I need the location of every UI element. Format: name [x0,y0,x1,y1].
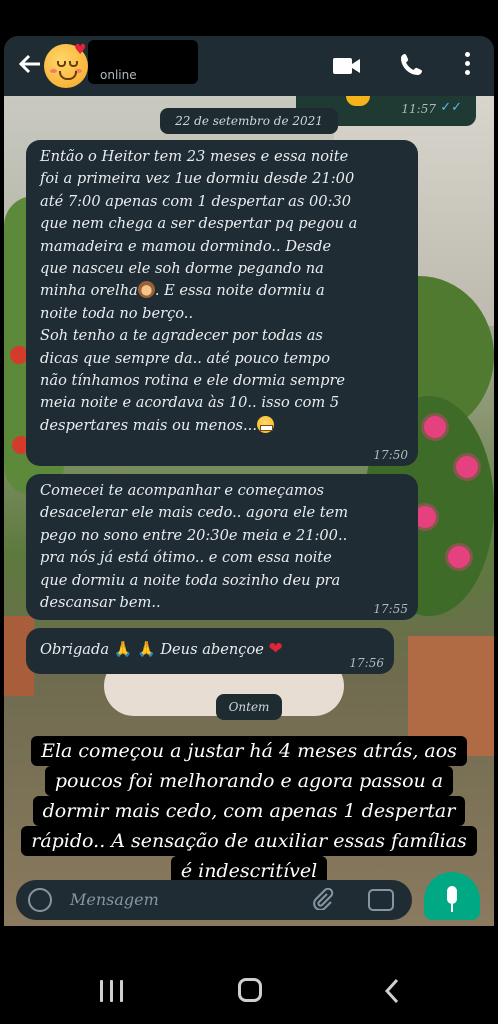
folded-hands-icon: 🙏 [113,640,133,658]
message-line: pego no sono entre 20:30e meia e 21:00.. [40,526,348,544]
date-chip: Ontem [216,694,282,720]
message-line: foi a primeira vez 1ue dormiu desde 21:0… [40,170,355,188]
wallpaper-flower [456,456,478,478]
avatar-mouth [59,71,77,80]
grimacing-face-icon [256,415,274,433]
message-text: Obrigada [40,641,110,658]
camera-icon[interactable] [368,889,394,911]
message-line: que dormiu a noite toda sozinho deu pra [40,571,341,589]
message-input[interactable]: Mensagem [70,890,159,909]
message-line: até 7:00 apenas com 1 despertar as 00:30 [40,192,352,210]
status-bar [0,0,498,36]
caption-line: Ela começou a justar há 4 meses atrás, a… [31,736,467,766]
message-bubble[interactable]: Obrigada 🙏 🙏 Deus abençoe ❤ 17:56 [26,628,394,674]
message-line: noite toda no berço.. [40,304,194,322]
message-line: não tínhamos rotina e ele dormia sempre [40,372,346,390]
story-caption: Ela começou a justar há 4 meses atrás, a… [0,736,498,886]
message-line: Comecei te acompanhar e começamos [40,482,325,499]
message-bubble[interactable]: Comecei te acompanhar e começamos desace… [26,474,418,620]
message-time: 11:57 [401,102,436,116]
avatar-eye [69,61,78,67]
message-line: que nem chega a ser despertar pq pegou a [40,215,358,233]
read-ticks-icon: ✓✓ [440,100,462,115]
recents-icon[interactable] [100,980,126,1002]
message-line: Então o Heitor tem 23 meses e essa noite [40,148,349,165]
message-line: pra nós já está ótimo.. e com essa noite [40,549,332,567]
message-line: que nasceu ele soh dorme pegando na [40,260,324,278]
arrow-left-icon[interactable] [16,50,44,78]
date-chip: 22 de setembro de 2021 [160,108,338,134]
video-call-icon[interactable] [332,56,362,76]
see-no-evil-monkey-icon [137,281,155,299]
message-text: Deus abençoe [160,641,264,658]
folded-hands-icon: 🙏 [137,640,156,658]
message-time: 17:55 [373,602,408,616]
phone-icon[interactable] [400,52,424,76]
avatar-eye [57,61,66,67]
message-bubble[interactable]: Então o Heitor tem 23 meses e essa noite… [26,140,418,466]
message-text: . E essa noite dormiu a [154,282,325,300]
message-line: meia noite e acordava às 10.. isso com 5 [40,394,340,412]
message-text: minha orelha [40,282,138,300]
wallpaper-flower [448,546,470,568]
caption-line: poucos foi melhorando e agora passou a [44,766,454,796]
message-line: despertares mais ou menos... [40,415,408,437]
message-input-bar[interactable]: Mensagem [16,880,412,920]
back-icon[interactable] [380,976,404,1006]
android-nav-bar [0,940,498,1024]
message-line: Soh tenho a te agradecer por todas as [40,327,323,345]
avatar-blush [50,69,57,73]
message-line: minha orelha . E essa noite dormiu a [40,280,408,302]
heart-icon: ❤ [268,639,283,659]
wallpaper-flower [424,416,446,438]
message-line: Obrigada 🙏 🙏 Deus abençoe ❤ [40,638,384,661]
contact-status: online [100,68,137,82]
message-line: desacelerar ele mais cedo.. agora ele te… [40,504,349,522]
message-time: 17:50 [373,448,408,462]
caption-line: rápido.. A sensação de auxiliar essas fa… [21,826,477,856]
message-line: dicas que sempre da.. até pouco tempo [40,349,330,367]
message-text: despertares mais ou menos... [40,416,257,434]
message-time: 17:56 [349,656,384,670]
message-line: mamadeira e mamou dormindo.. Desde [40,237,332,255]
partial-emoji [346,96,370,106]
paperclip-icon[interactable] [312,887,334,911]
emoji-icon[interactable] [28,888,52,912]
mic-button[interactable] [424,872,480,920]
message-line: descansar bem.. [40,594,161,612]
more-vert-icon[interactable] [460,52,474,80]
caption-line: dormir mais cedo, com apenas 1 despertar [32,796,466,826]
avatar[interactable]: ♥ [44,42,88,88]
phone-screen: ♥ online 11:57 ✓✓ 22 de setembro de 2021 [0,0,498,1024]
chat-header: ♥ online [4,36,494,96]
heart-icon: ♥ [74,42,87,58]
home-icon[interactable] [238,978,262,1002]
